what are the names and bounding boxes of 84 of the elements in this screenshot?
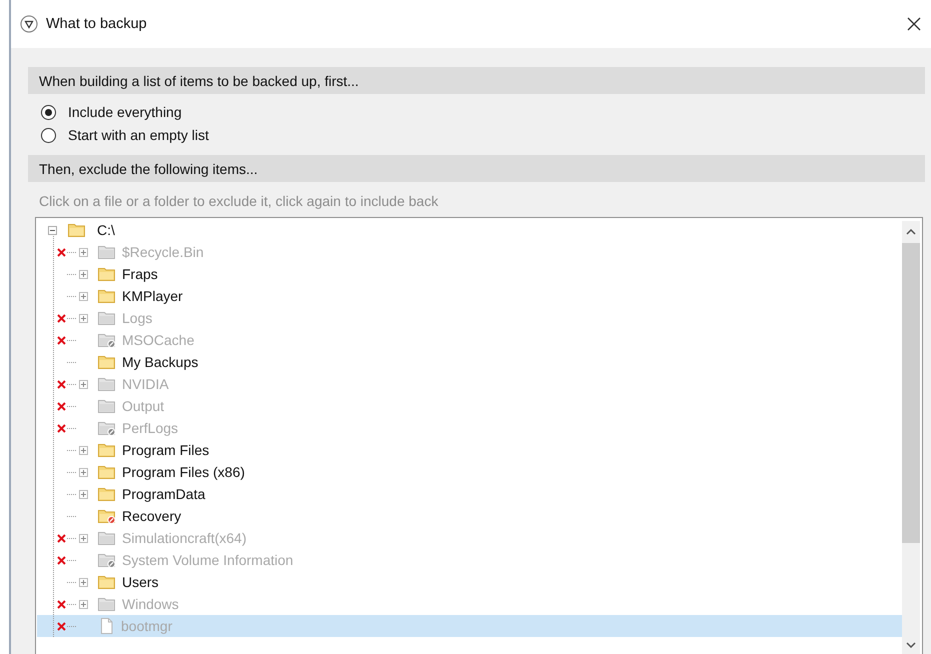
- folder-icon: [98, 596, 116, 612]
- tree-item[interactable]: Logs: [122, 310, 152, 326]
- radio-option[interactable]: Start with an empty list: [41, 127, 925, 143]
- tree-row[interactable]: PerfLogs: [37, 417, 902, 439]
- tree-item[interactable]: Program Files: [122, 442, 210, 458]
- window-title: What to backup: [46, 16, 148, 32]
- tree-item[interactable]: PerfLogs: [122, 420, 178, 436]
- tree-row[interactable]: KMPlayer: [37, 285, 902, 307]
- tree-item[interactable]: Program Files (x86): [122, 464, 245, 480]
- tree-row[interactable]: ProgramData: [37, 483, 902, 505]
- expand-icon[interactable]: [79, 446, 88, 454]
- radio-option[interactable]: Include everything: [41, 104, 925, 120]
- expand-icon[interactable]: [79, 380, 88, 388]
- tree-item[interactable]: C:\: [97, 222, 115, 238]
- scroll-up-icon[interactable]: [906, 229, 916, 235]
- collapse-icon[interactable]: [20, 15, 38, 33]
- expand-icon[interactable]: [79, 314, 88, 322]
- restricted-folder-icon: [98, 420, 116, 436]
- restricted-folder-icon: [98, 508, 116, 524]
- tree-row[interactable]: $Recycle.Bin: [37, 241, 902, 263]
- tree-row[interactable]: Windows: [37, 593, 902, 615]
- folder-icon: [98, 244, 116, 260]
- folder-icon: [98, 574, 116, 590]
- tree-item[interactable]: Output: [122, 398, 164, 414]
- folder-icon: [98, 376, 116, 392]
- restricted-folder-icon: [98, 332, 116, 348]
- file-icon: [98, 618, 115, 634]
- tree-item[interactable]: NVIDIA: [122, 376, 169, 392]
- folder-icon: [98, 486, 116, 502]
- expand-icon[interactable]: [79, 292, 88, 300]
- expand-icon[interactable]: [79, 468, 88, 476]
- section-heading: When building a list of items to be backed up, first...: [28, 67, 925, 94]
- folder-icon: [98, 398, 116, 414]
- folder-icon: [98, 310, 116, 326]
- folder-icon: [98, 266, 116, 282]
- tree-row[interactable]: Users: [37, 571, 902, 593]
- tree-item[interactable]: System Volume Information: [122, 552, 294, 568]
- tree-row[interactable]: Program Files: [37, 439, 902, 461]
- tree-item[interactable]: Users: [122, 574, 159, 590]
- tree-item[interactable]: KMPlayer: [122, 288, 183, 304]
- radio-button[interactable]: [41, 104, 56, 120]
- tree-row[interactable]: MSOCache: [37, 329, 902, 351]
- folder-icon: [98, 530, 116, 546]
- hint-text: Click on a file or a folder to exclude it, click again to include back: [38, 192, 440, 211]
- tree-row[interactable]: System Volume Information: [37, 549, 902, 571]
- tree-item[interactable]: My Backups: [122, 354, 198, 370]
- tree-row[interactable]: My Backups: [37, 351, 902, 373]
- tree-row[interactable]: Logs: [37, 307, 902, 329]
- option-label: Include everything: [68, 104, 182, 120]
- expand-icon[interactable]: [79, 248, 88, 256]
- tree-row[interactable]: Program Files (x86): [37, 461, 902, 483]
- folder-icon: [98, 442, 116, 458]
- restricted-folder-icon: [98, 552, 116, 568]
- collapse-icon[interactable]: [48, 226, 57, 234]
- section-heading: Then, exclude the following items...: [28, 155, 925, 182]
- close-icon[interactable]: [907, 17, 921, 31]
- tree-row[interactable]: bootmgr: [37, 615, 902, 637]
- tree-item[interactable]: Windows: [122, 596, 179, 612]
- tree-row[interactable]: Recovery: [37, 505, 902, 527]
- expand-icon[interactable]: [79, 270, 88, 278]
- scroll-down-icon[interactable]: [906, 642, 916, 648]
- tree-item[interactable]: bootmgr: [121, 618, 172, 634]
- tree-item[interactable]: $Recycle.Bin: [122, 244, 204, 260]
- tree-item[interactable]: Recovery: [122, 508, 182, 524]
- expand-icon[interactable]: [79, 578, 88, 586]
- tree-row[interactable]: NVIDIA: [37, 373, 902, 395]
- folder-icon: [98, 354, 116, 370]
- expand-icon[interactable]: [79, 534, 88, 542]
- tree-item[interactable]: Fraps: [122, 266, 158, 282]
- expand-icon[interactable]: [79, 490, 88, 498]
- radio-button[interactable]: [41, 128, 56, 142]
- folder-icon: [98, 288, 116, 304]
- scroll-thumb[interactable]: [902, 243, 920, 543]
- folder-icon: [98, 464, 116, 480]
- tree-row[interactable]: Fraps: [37, 263, 902, 285]
- tree-row[interactable]: Output: [37, 395, 902, 417]
- tree-item[interactable]: MSOCache: [122, 332, 194, 348]
- folder-icon: [68, 222, 86, 238]
- tree-item[interactable]: ProgramData: [122, 486, 206, 502]
- expand-icon[interactable]: [79, 600, 88, 608]
- scrollbar[interactable]: [902, 221, 920, 654]
- tree-row[interactable]: Simulationcraft(x64): [37, 527, 902, 549]
- option-label: Start with an empty list: [68, 127, 209, 143]
- tree-item[interactable]: Simulationcraft(x64): [122, 530, 246, 546]
